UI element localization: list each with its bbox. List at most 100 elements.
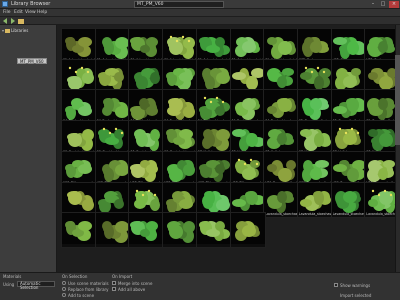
use-scene-label: Use scene materials [68, 281, 109, 286]
tile-label [97, 242, 130, 247]
plant-thumbnail [196, 151, 231, 183]
add-above-checkbox[interactable] [112, 287, 116, 291]
plant-thumbnail [196, 90, 231, 122]
back-icon[interactable] [2, 18, 8, 24]
add-above-label: Add all above [118, 287, 146, 292]
plant-thumbnail [264, 29, 299, 60]
menu-file[interactable]: File [3, 10, 11, 15]
plant-thumbnail [129, 182, 164, 214]
plant-thumbnail [230, 151, 265, 183]
library-item-tile[interactable]: Lavandula_stoechas [263, 181, 300, 218]
plant-thumbnail [230, 213, 265, 245]
use-scene-radio[interactable] [62, 281, 66, 285]
merge-label: Merge into scene [118, 281, 153, 286]
folder-icon [5, 29, 10, 33]
plant-thumbnail [95, 151, 130, 183]
menu-view[interactable]: View [25, 10, 36, 15]
tile-label [63, 242, 96, 247]
using-label: Using [3, 282, 15, 287]
scrollbar-thumb[interactable] [395, 55, 400, 145]
grid-scrollbar[interactable] [395, 25, 400, 272]
maximize-icon[interactable]: □ [378, 1, 388, 8]
plant-thumbnail [62, 151, 96, 183]
plant-thumbnail [95, 90, 130, 122]
plant-thumbnail [230, 121, 265, 153]
folder-up-icon[interactable] [18, 18, 24, 24]
tile-label: Lavandula_stoechas [265, 211, 298, 216]
plant-thumbnail [264, 121, 299, 153]
path-breadcrumb[interactable]: MT_PM_V60 [134, 1, 224, 8]
plant-thumbnail [331, 59, 366, 91]
plant-thumbnail [230, 59, 265, 91]
plant-thumbnail [95, 121, 130, 153]
status-text: Import selected [340, 293, 372, 298]
library-item-tile[interactable] [61, 212, 97, 249]
plant-thumbnail [163, 182, 198, 214]
plant-thumbnail [129, 151, 164, 183]
plant-thumbnail [129, 213, 164, 245]
plant-thumbnail [331, 29, 366, 60]
plant-thumbnail [297, 29, 332, 60]
plant-thumbnail [196, 213, 231, 245]
plant-thumbnail [62, 29, 96, 60]
plant-thumbnail [297, 151, 332, 183]
plant-thumbnail [230, 182, 265, 214]
minimize-icon[interactable]: – [368, 1, 378, 8]
app-title: Library Browser [11, 1, 51, 7]
plant-thumbnail [264, 151, 299, 183]
toolbar [0, 17, 400, 25]
on-selection-title: On Selection [62, 274, 88, 279]
plant-thumbnail [297, 90, 332, 122]
menu-edit[interactable]: Edit [14, 10, 23, 15]
tile-label: Lavandula_stoechas [332, 211, 365, 216]
show-warnings-checkbox[interactable] [334, 283, 338, 287]
forward-icon[interactable] [10, 18, 16, 24]
plant-thumbnail [163, 151, 198, 183]
plant-thumbnail [163, 213, 198, 245]
library-item-tile[interactable] [128, 212, 165, 249]
plant-thumbnail [196, 182, 231, 214]
menu-help[interactable]: Help [37, 10, 47, 15]
plant-thumbnail [196, 29, 231, 60]
plant-thumbnail [129, 29, 164, 60]
tree-item-libraries[interactable]: ▾ Libraries [2, 28, 28, 34]
close-icon[interactable]: × [389, 1, 399, 8]
replace-label: Replace from library [68, 287, 109, 292]
plant-thumbnail [331, 182, 366, 214]
plant-thumbnail [95, 182, 130, 214]
plant-thumbnail [62, 121, 96, 153]
tile-label [164, 242, 197, 247]
tile-label [232, 242, 265, 247]
plant-thumbnail [297, 182, 332, 214]
tree-item-mt-pm-v60[interactable]: MT_PM_V60 [17, 58, 47, 64]
library-item-tile[interactable]: Lavandula_stoechas [296, 181, 333, 218]
plant-thumbnail [331, 151, 366, 183]
plant-thumbnail [62, 90, 96, 122]
plant-thumbnail [95, 29, 130, 60]
library-item-tile[interactable]: Lavandula_stoechas [330, 181, 367, 218]
plant-thumbnail [95, 59, 130, 91]
library-item-tile[interactable] [195, 212, 232, 249]
merge-checkbox[interactable] [112, 281, 116, 285]
plant-thumbnail [297, 121, 332, 153]
tile-label [198, 242, 231, 247]
plant-thumbnail [196, 59, 231, 91]
title-bar: Library Browser MT_PM_V60 – □ × [0, 0, 400, 9]
add-to-scene-radio[interactable] [62, 293, 66, 297]
plant-thumbnail [196, 121, 231, 153]
library-item-tile[interactable] [229, 212, 266, 249]
plant-thumbnail [230, 90, 265, 122]
replace-radio[interactable] [62, 287, 66, 291]
plant-thumbnail [331, 121, 366, 153]
plant-thumbnail [129, 59, 164, 91]
add-to-scene-label: Add to scene [68, 293, 95, 298]
plant-thumbnail [129, 121, 164, 153]
on-import-title: On Import [112, 274, 133, 279]
plant-thumbnail [264, 59, 299, 91]
plant-thumbnail [163, 90, 198, 122]
materials-label: Materials [3, 274, 22, 279]
library-item-tile[interactable] [162, 212, 199, 249]
library-item-tile[interactable] [94, 212, 131, 249]
using-select[interactable]: Automatic Selection [17, 281, 55, 290]
tile-label: Lavandula_stoechas [298, 211, 332, 216]
